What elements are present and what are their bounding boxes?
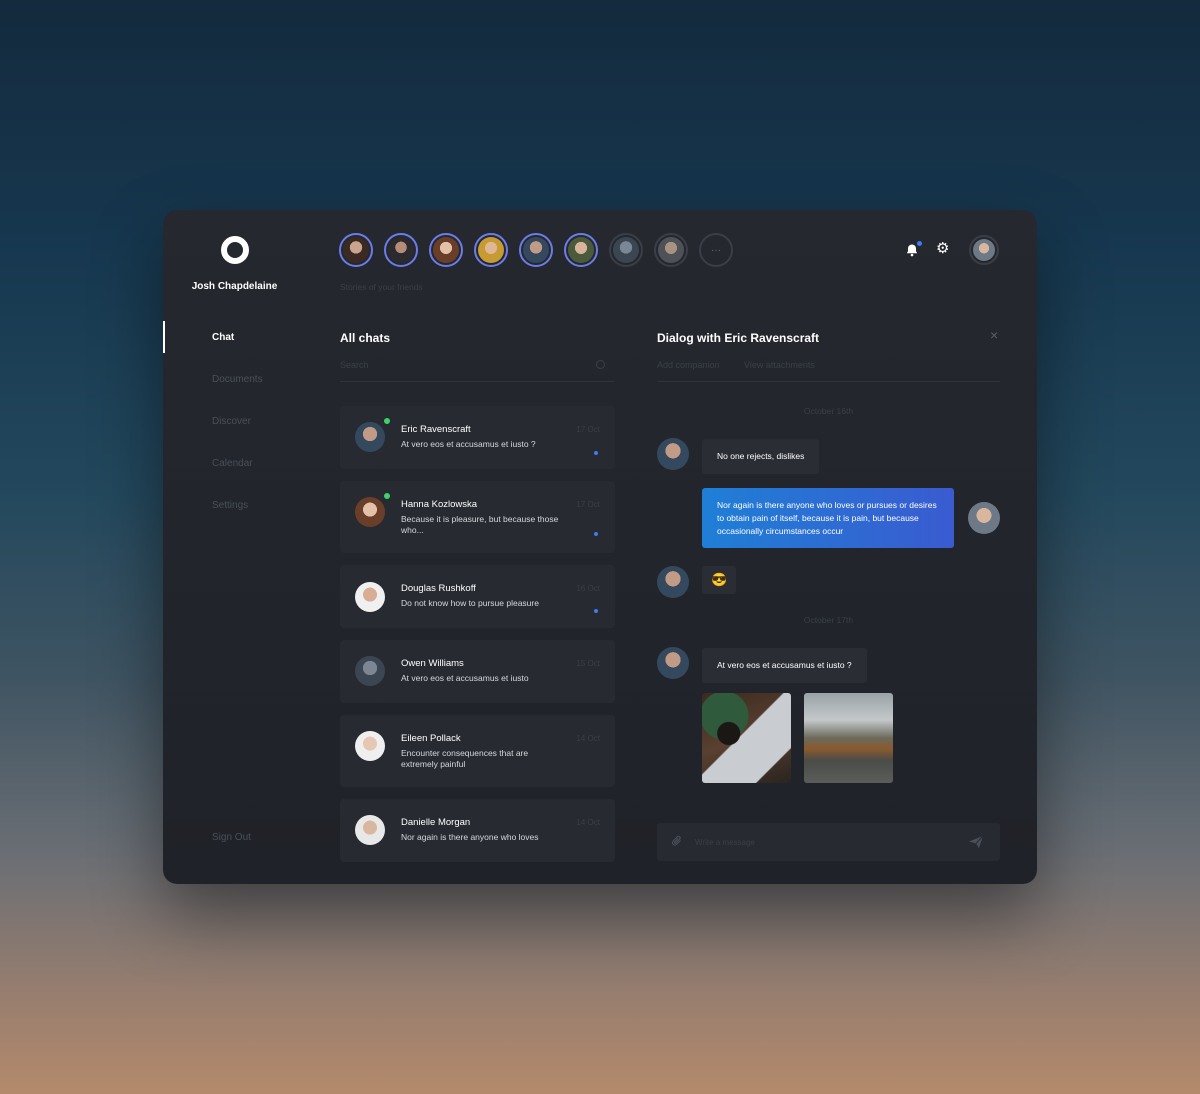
message-composer[interactable]: Write a message (657, 823, 1000, 861)
chat-date: 17 Oct (576, 425, 600, 434)
avatar (355, 582, 385, 612)
chat-name: Douglas Rushkoff (401, 583, 476, 594)
unread-indicator (594, 451, 598, 455)
emoji-message: 😎 (702, 566, 737, 594)
message-bubble-outgoing: Nor again is there anyone who loves or p… (702, 488, 954, 548)
chat-date: 17 Oct (576, 500, 600, 509)
story-avatar[interactable] (474, 233, 508, 267)
chat-preview: Do not know how to pursue pleasure (401, 598, 539, 608)
dialog-divider (657, 381, 1000, 382)
message-bubble: No one rejects, dislikes (702, 439, 820, 474)
view-attachments-link[interactable]: View attachments (744, 360, 815, 370)
unread-indicator (594, 532, 598, 536)
ring-logo-icon[interactable] (221, 236, 249, 264)
paperclip-icon[interactable] (671, 835, 683, 850)
nav-active-indicator (163, 321, 165, 353)
message-bubble: At vero eos et accusamus et iusto ? (702, 648, 867, 683)
chat-date: 14 Oct (576, 818, 600, 827)
dialog-title: Dialog with Eric Ravenscraft (657, 331, 820, 345)
chat-date: 16 Oct (576, 584, 600, 593)
story-avatar[interactable] (519, 233, 553, 267)
chat-preview: At vero eos et accusamus et iusto (401, 673, 529, 683)
chat-list-item[interactable]: Hanna Kozlowska Because it is pleasure, … (340, 481, 615, 553)
avatar (355, 656, 385, 686)
chat-name: Owen Williams (401, 658, 464, 669)
chat-preview: Nor again is there anyone who loves (401, 832, 539, 842)
avatar (657, 438, 689, 470)
chat-name: Eric Ravenscraft (401, 424, 471, 435)
date-separator: October 16th (803, 406, 854, 416)
avatar[interactable] (969, 235, 999, 265)
story-avatar[interactable] (339, 233, 373, 267)
nav-item-chat[interactable]: Chat (212, 332, 234, 343)
gear-icon[interactable]: ⚙ (936, 241, 950, 256)
story-avatar[interactable] (609, 233, 643, 267)
image-attachment[interactable] (702, 693, 791, 783)
chat-list-item[interactable]: Danielle Morgan Nor again is there anyon… (340, 799, 615, 862)
chat-preview: At vero eos et accusamus et iusto ? (401, 439, 536, 449)
nav-item-documents[interactable]: Documents (212, 374, 263, 385)
story-avatar[interactable] (429, 233, 463, 267)
search-icon[interactable] (596, 360, 605, 369)
nav-item-discover[interactable]: Discover (212, 416, 251, 427)
avatar (968, 502, 1000, 534)
date-separator: October 17th (803, 615, 854, 625)
nav-item-calendar[interactable]: Calendar (212, 458, 253, 469)
story-avatar[interactable] (654, 233, 688, 267)
nav-item-settings[interactable]: Settings (212, 500, 248, 511)
chat-preview: Because it is pleasure, but because thos… (401, 514, 559, 535)
chat-date: 15 Oct (576, 659, 600, 668)
message-input[interactable]: Write a message (695, 838, 755, 847)
chats-title: All chats (340, 331, 391, 345)
app-window: Josh Chapdelaine Chat Documents Discover… (163, 210, 1037, 884)
search-input[interactable]: Search (340, 360, 369, 370)
profile-name: Josh Chapdelaine (191, 281, 278, 292)
notification-dot (917, 241, 922, 246)
image-attachment[interactable] (804, 693, 893, 783)
chat-date: 14 Oct (576, 734, 600, 743)
avatar (355, 731, 385, 761)
close-icon[interactable]: × (990, 328, 1002, 342)
add-companion-link[interactable]: Add companion (657, 360, 720, 370)
chat-name: Eileen Pollack (401, 733, 461, 744)
more-stories-button[interactable]: ··· (699, 233, 733, 267)
search-underline (340, 381, 615, 382)
chat-list-item[interactable]: Owen Williams At vero eos et accusamus e… (340, 640, 615, 703)
chat-name: Danielle Morgan (401, 817, 471, 828)
avatar (355, 815, 385, 845)
chat-name: Hanna Kozlowska (401, 499, 478, 510)
chat-list-item[interactable]: Eric Ravenscraft At vero eos et accusamu… (340, 406, 615, 469)
online-indicator (384, 418, 390, 424)
stories-caption: Stories of your friends (340, 282, 423, 292)
send-icon[interactable] (968, 835, 984, 849)
chat-preview: Encounter consequences that are extremel… (401, 748, 529, 769)
chat-list-item[interactable]: Eileen Pollack Encounter consequences th… (340, 715, 615, 787)
avatar (355, 497, 385, 527)
avatar (657, 566, 689, 598)
sign-out-link[interactable]: Sign Out (212, 832, 251, 843)
avatar (657, 647, 689, 679)
online-indicator (384, 493, 390, 499)
story-avatar[interactable] (564, 233, 598, 267)
story-avatar[interactable] (384, 233, 418, 267)
chat-list-item[interactable]: Douglas Rushkoff Do not know how to purs… (340, 565, 615, 628)
unread-indicator (594, 609, 598, 613)
avatar (355, 422, 385, 452)
